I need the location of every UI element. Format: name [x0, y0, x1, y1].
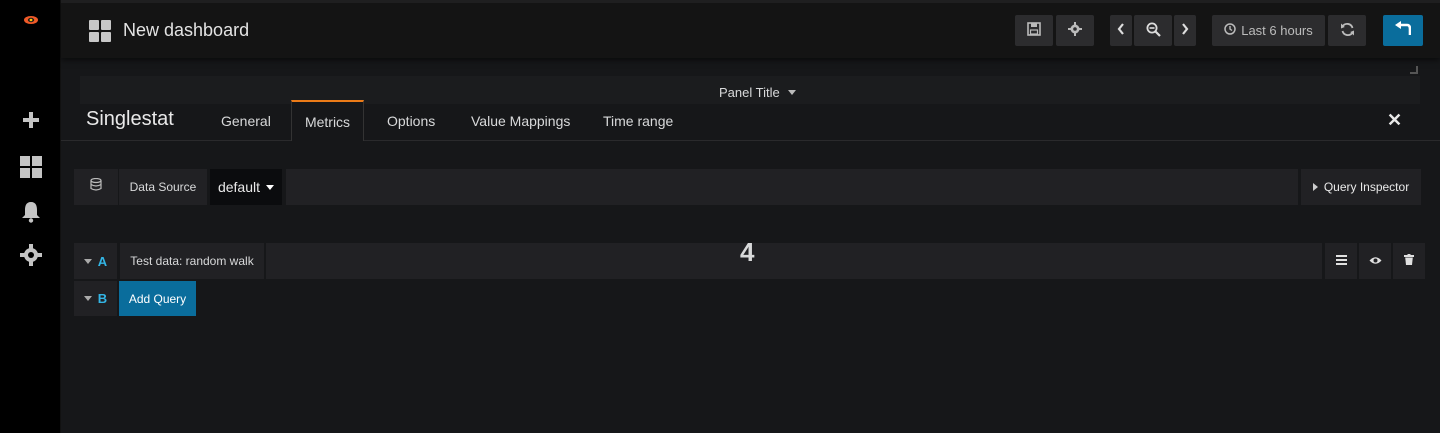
trash-icon [1404, 252, 1414, 270]
grafana-logo-icon[interactable] [21, 12, 41, 28]
toggle-query-visibility-button[interactable] [1359, 243, 1391, 279]
time-back-button[interactable] [1110, 15, 1132, 46]
caret-right-icon [1312, 183, 1318, 191]
dashboard-grid-icon [89, 20, 111, 42]
zoom-out-icon [1146, 22, 1161, 40]
time-picker-button[interactable]: Last 6 hours [1212, 15, 1325, 46]
database-icon [90, 177, 102, 196]
sidebar [0, 0, 61, 433]
chevron-left-icon [1117, 23, 1125, 38]
query-letter: B [97, 291, 108, 306]
bars-icon [1335, 252, 1347, 270]
dashboards-icon[interactable] [18, 154, 44, 180]
save-icon [1027, 22, 1041, 39]
caret-down-icon [787, 90, 796, 95]
zoom-out-button[interactable] [1134, 15, 1172, 46]
panel-title: Panel Title [719, 85, 780, 100]
editor-header: Singlestat General Metrics Options Value… [61, 100, 1440, 141]
caret-down-icon [83, 296, 92, 301]
query-inspector-label: Query Inspector [1323, 180, 1410, 194]
chevron-right-icon [1181, 23, 1189, 38]
top-navbar: New dashboard Last 6 hours [61, 0, 1440, 58]
refresh-button[interactable] [1328, 15, 1366, 46]
tab-value-mappings[interactable]: Value Mappings [457, 100, 584, 141]
close-editor-icon[interactable]: ✕ [1387, 110, 1402, 131]
save-button[interactable] [1015, 15, 1053, 46]
time-forward-button[interactable] [1174, 15, 1196, 46]
query-menu-button[interactable] [1325, 243, 1357, 279]
query-letter: A [97, 253, 108, 269]
tab-time-range[interactable]: Time range [589, 100, 687, 141]
query-a-name[interactable]: Test data: random walk [120, 243, 264, 279]
bell-icon[interactable] [18, 199, 44, 225]
caret-down-icon [266, 184, 275, 190]
panel-title-menu[interactable]: Panel Title [719, 85, 796, 100]
data-source-value: default [217, 179, 261, 195]
data-source-label: Data Source [119, 169, 207, 205]
undo-arrow-icon [1395, 21, 1412, 40]
gear-icon[interactable] [18, 242, 44, 268]
add-query-button[interactable]: Add Query [119, 281, 196, 316]
resize-handle-icon[interactable] [1410, 66, 1418, 74]
query-b-toggle[interactable]: B [74, 281, 117, 316]
eye-icon [1369, 252, 1382, 270]
tab-metrics[interactable]: Metrics [291, 100, 364, 141]
delete-query-button[interactable] [1393, 243, 1425, 279]
cog-icon [1068, 22, 1082, 39]
time-range-label: Last 6 hours [1241, 23, 1313, 38]
settings-button[interactable] [1056, 15, 1094, 46]
clock-icon [1224, 23, 1236, 38]
tab-general[interactable]: General [207, 100, 285, 141]
tab-options[interactable]: Options [373, 100, 449, 141]
data-source-select[interactable]: default [210, 169, 282, 205]
query-inspector-button[interactable]: Query Inspector [1301, 169, 1421, 205]
data-source-filler [286, 169, 1298, 205]
back-to-dashboard-button[interactable] [1383, 15, 1423, 46]
database-icon-box [74, 169, 118, 205]
query-a-filler [266, 243, 1322, 279]
query-a-toggle[interactable]: A [74, 243, 117, 279]
caret-down-icon [83, 258, 92, 264]
dashboard-title[interactable]: New dashboard [123, 20, 249, 41]
singlestat-value: 4 [740, 237, 755, 267]
editor-panel-type: Singlestat [86, 108, 174, 130]
refresh-icon [1340, 22, 1355, 40]
plus-icon[interactable] [18, 107, 44, 133]
